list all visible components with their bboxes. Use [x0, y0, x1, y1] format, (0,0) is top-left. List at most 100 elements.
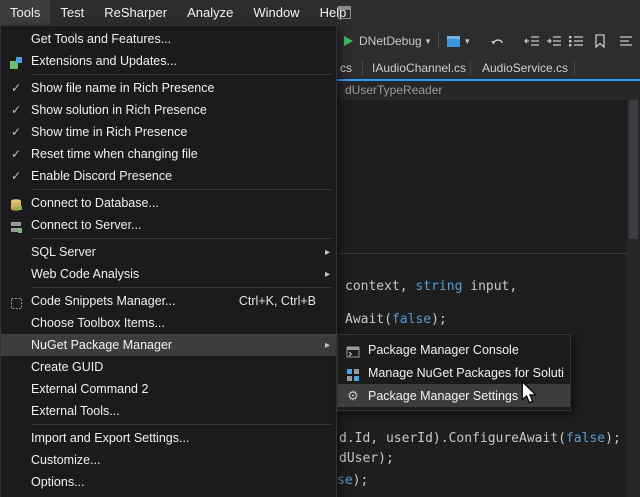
menu-item-label: Import and Export Settings... [31, 431, 330, 445]
menubar-item-resharper[interactable]: ReSharper [94, 0, 177, 25]
menu-item-label: Connect to Database... [31, 196, 330, 210]
menu-item-label: Create GUID [31, 360, 330, 374]
menu-item-show-solution-rich-presence[interactable]: ✓ Show solution in Rich Presence [1, 99, 336, 121]
menu-item-label: Package Manager Settings [368, 389, 564, 403]
menu-item-label: Web Code Analysis [31, 267, 316, 281]
menu-item-create-guid[interactable]: Create GUID [1, 356, 336, 378]
menu-item-show-time-rich-presence[interactable]: ✓ Show time in Rich Presence [1, 121, 336, 143]
code-text: d.Id, userId).ConfigureAwait( [339, 431, 566, 446]
menu-item-enable-discord-presence[interactable]: ✓ Enable Discord Presence [1, 165, 336, 187]
start-debugging-button[interactable]: DNetDebug ▾ [344, 33, 430, 49]
checkmark-icon: ✓ [1, 169, 31, 183]
tab-iaudiochannel[interactable]: IAudioChannel.cs [366, 57, 472, 79]
bookmark-icon [592, 33, 608, 49]
chevron-down-icon[interactable]: ▾ [465, 36, 470, 47]
console-icon [338, 341, 368, 359]
checkmark-icon: ✓ [1, 147, 31, 161]
extensions-icon [1, 52, 31, 70]
editor-region-divider [337, 253, 627, 254]
menu-item-options[interactable]: Options... [1, 471, 336, 493]
breadcrumb-member[interactable]: dUserTypeReader [345, 83, 442, 97]
code-text: context, [345, 279, 415, 294]
checkmark-icon: ✓ [1, 125, 31, 139]
menu-item-connect-to-database[interactable]: Connect to Database... [1, 192, 336, 214]
menu-bar: Tools Test ReSharper Analyze Window Help [0, 0, 640, 25]
code-text: ); [353, 473, 369, 488]
menu-separator [31, 238, 332, 239]
menu-item-customize[interactable]: Customize... [1, 449, 336, 471]
menu-item-extensions-and-updates[interactable]: Extensions and Updates... [1, 50, 336, 72]
menu-item-sql-server[interactable]: SQL Server ▸ [1, 241, 336, 263]
menu-item-label: Get Tools and Features... [31, 32, 330, 46]
menu-separator [31, 424, 332, 425]
code-keyword: se [337, 473, 353, 488]
debug-target-label: DNetDebug [359, 34, 422, 48]
menu-item-get-tools-and-features[interactable]: Get Tools and Features... [1, 28, 336, 50]
menu-separator [31, 189, 332, 190]
menubar-item-test[interactable]: Test [50, 0, 94, 25]
line-numbers-button[interactable] [568, 33, 584, 49]
menu-item-label: Show file name in Rich Presence [31, 81, 330, 95]
window-icon[interactable] [337, 5, 352, 20]
increase-indent-button[interactable] [546, 33, 562, 49]
submenu-arrow-icon: ▸ [316, 269, 330, 280]
menu-item-import-export-settings[interactable]: Import and Export Settings... [1, 427, 336, 449]
navigate-backward-button[interactable] [490, 33, 506, 49]
code-line: d.Id, userId).ConfigureAwait(false); [339, 431, 621, 446]
menu-item-label: Options... [31, 475, 330, 489]
menu-item-package-manager-console[interactable]: Package Manager Console [338, 338, 570, 361]
code-text: ); [605, 431, 621, 446]
code-keyword: false [392, 312, 431, 327]
menu-item-web-code-analysis[interactable]: Web Code Analysis ▸ [1, 263, 336, 285]
code-line: se); [337, 473, 368, 488]
code-text: input, [462, 279, 517, 294]
decrease-indent-button[interactable] [524, 33, 540, 49]
menu-item-show-file-name-rich-presence[interactable]: ✓ Show file name in Rich Presence [1, 77, 336, 99]
menu-item-shortcut: Ctrl+K, Ctrl+B [239, 294, 316, 308]
database-icon [1, 194, 31, 212]
outdent-icon [524, 33, 540, 49]
indent-icon [546, 33, 562, 49]
menu-item-manage-nuget-packages-for-solution[interactable]: Manage NuGet Packages for Solution... [338, 361, 570, 384]
undo-arrow-icon [490, 33, 506, 49]
attach-to-process-button[interactable]: ▾ [446, 33, 470, 49]
tools-menu: Get Tools and Features... Extensions and… [0, 25, 337, 497]
vs-window: context, string input, Await(false); d.I… [0, 0, 640, 497]
menu-separator [31, 287, 332, 288]
submenu-arrow-icon: ▸ [316, 247, 330, 258]
menu-item-code-snippets-manager[interactable]: Code Snippets Manager... Ctrl+K, Ctrl+B [1, 290, 336, 312]
code-text: ); [431, 312, 447, 327]
gear-icon: ⚙ [338, 388, 368, 404]
menu-item-label: External Command 2 [31, 382, 330, 396]
checkmark-icon: ✓ [1, 81, 31, 95]
menu-item-nuget-package-manager[interactable]: NuGet Package Manager ▸ [1, 334, 336, 356]
comment-lines-button[interactable] [618, 33, 634, 49]
play-icon [344, 36, 353, 46]
menu-item-label: Show solution in Rich Presence [31, 103, 330, 117]
menu-item-label: Choose Toolbox Items... [31, 316, 330, 330]
code-keyword: false [566, 431, 605, 446]
menu-item-connect-to-server[interactable]: Connect to Server... [1, 214, 336, 236]
server-icon [1, 216, 31, 234]
numbered-list-icon [568, 33, 584, 49]
menu-item-external-tools[interactable]: External Tools... [1, 400, 336, 422]
code-line: dUser); [339, 451, 394, 466]
menu-item-reset-time-when-changing-file[interactable]: ✓ Reset time when changing file [1, 143, 336, 165]
menu-item-external-command-2[interactable]: External Command 2 [1, 378, 336, 400]
menu-item-package-manager-settings[interactable]: ⚙ Package Manager Settings [338, 384, 570, 407]
menubar-item-tools[interactable]: Tools [0, 0, 50, 25]
menu-item-label: NuGet Package Manager [31, 338, 316, 352]
tab-partial[interactable]: cs [334, 57, 358, 79]
menu-item-label: External Tools... [31, 404, 330, 418]
tab-audioservice[interactable]: AudioService.cs [476, 57, 574, 79]
menubar-item-window[interactable]: Window [243, 0, 309, 25]
packages-icon [338, 364, 368, 382]
menu-item-label: SQL Server [31, 245, 316, 259]
vertical-scrollbar[interactable] [627, 81, 640, 497]
scrollbar-thumb[interactable] [629, 89, 638, 239]
chevron-down-icon[interactable]: ▾ [426, 36, 431, 47]
code-keyword: string [415, 279, 462, 294]
toggle-bookmark-button[interactable] [592, 33, 608, 49]
menu-item-choose-toolbox-items[interactable]: Choose Toolbox Items... [1, 312, 336, 334]
menubar-item-analyze[interactable]: Analyze [177, 0, 243, 25]
